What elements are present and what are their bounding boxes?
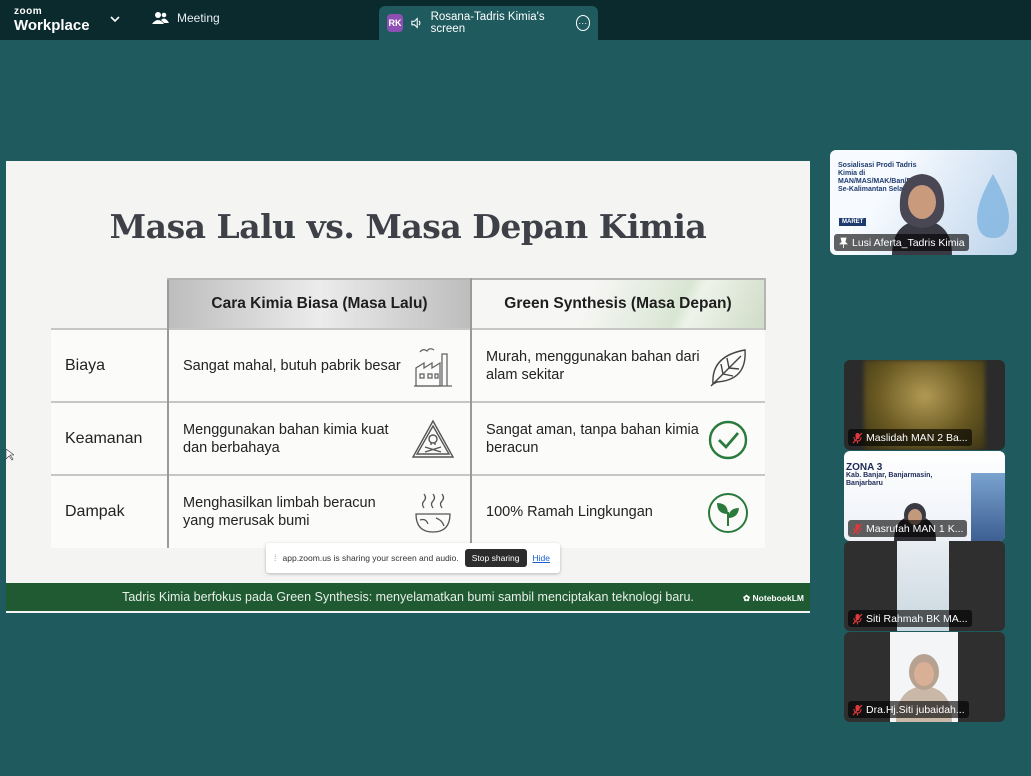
checkmark-circle-icon — [708, 420, 748, 460]
row-label-biaya: Biaya — [51, 328, 168, 402]
meeting-button[interactable]: Meeting — [152, 11, 220, 25]
shared-slide: Masa Lalu vs. Masa Depan Kimia Cara Kimi… — [6, 161, 810, 613]
participants-icon — [152, 12, 169, 24]
cell-text: Menggunakan bahan kimia kuat dan berbaha… — [183, 421, 389, 456]
header-blank-cell — [51, 279, 168, 329]
mic-muted-icon — [852, 523, 863, 534]
participant-name: Lusi Aferta_Tadris Kimia — [852, 236, 965, 249]
polluted-earth-icon — [415, 493, 451, 533]
table-row: Biaya Sangat mahal, butuh pabrik besar M… — [51, 328, 765, 402]
cell-text: Menghasilkan limbah beracun yang merusak… — [183, 495, 376, 529]
shared-screen-tab[interactable]: RK Rosana-Tadris Kimia's screen ··· — [379, 6, 598, 40]
row-label-keamanan: Keamanan — [51, 401, 168, 475]
sharer-avatar: RK — [387, 14, 404, 32]
cell-text: Sangat aman, tanpa bahan kimia beracun — [486, 421, 699, 456]
drag-handle-icon[interactable]: ⁞ — [274, 553, 277, 563]
table-cell: Murah, menggunakan bahan dari alam sekit… — [471, 328, 765, 402]
brand-big-text: Workplace — [14, 17, 90, 34]
header-future: Green Synthesis (Masa Depan) — [471, 278, 766, 329]
hide-link[interactable]: Hide — [533, 553, 550, 563]
pin-icon — [839, 237, 848, 248]
mic-muted-icon — [852, 432, 863, 443]
watermark-text: NotebookLM — [752, 593, 804, 603]
participant-name: Masrufah MAN 1 K... — [866, 522, 964, 535]
table-row: Keamanan Menggunakan bahan kimia kuat da… — [51, 401, 765, 475]
cell-text: Sangat mahal, butuh pabrik besar — [183, 357, 401, 374]
building-graphic — [971, 473, 1005, 541]
table-header-row: Cara Kimia Biasa (Masa Lalu) Green Synth… — [51, 278, 766, 329]
droplet-graphic-icon — [977, 174, 1009, 238]
more-options-icon[interactable]: ··· — [575, 15, 591, 31]
mic-muted-icon — [852, 704, 863, 715]
chevron-down-icon[interactable] — [108, 12, 122, 26]
table-cell: Sangat aman, tanpa bahan kimia beracun — [471, 401, 765, 475]
notebooklm-watermark: ✿ NotebookLM — [743, 593, 804, 603]
meeting-label: Meeting — [177, 11, 220, 25]
zoom-top-bar: zoom Workplace Meeting RK Rosana-Tadris … — [0, 0, 1031, 40]
participant-name-chip: Masrufah MAN 1 K... — [848, 520, 968, 537]
video-tile-lusi[interactable]: Sosialisasi Prodi Tadris Kimia di MAN/MA… — [830, 150, 1017, 255]
slide-caption: Tadris Kimia berfokus pada Green Synthes… — [122, 590, 694, 604]
share-notice-text: app.zoom.us is sharing your screen and a… — [282, 553, 459, 563]
slide-caption-bar: Tadris Kimia berfokus pada Green Synthes… — [6, 583, 810, 611]
slide-title: Masa Lalu vs. Masa Depan Kimia — [109, 207, 707, 246]
participant-name-chip: Lusi Aferta_Tadris Kimia — [834, 234, 969, 251]
shared-screen-label: Rosana-Tadris Kimia's screen — [430, 11, 545, 35]
participant-name: Siti Rahmah BK MA... — [866, 612, 968, 625]
stop-sharing-button[interactable]: Stop sharing — [464, 549, 527, 567]
zone-label: ZONA 3 Kab. Banjar, Banjarmasin, Banjarb… — [846, 463, 938, 488]
table-cell: 100% Ramah Lingkungan — [471, 474, 765, 548]
brand-small-text: zoom — [14, 6, 43, 17]
leaf-icon — [710, 349, 746, 387]
video-tile-siti-jubaidah[interactable]: Dra.Hj.Siti jubaidah... — [844, 632, 1005, 722]
video-tile-siti-rahmah[interactable]: Siti Rahmah BK MA... — [844, 541, 1005, 631]
speaker-icon — [411, 17, 421, 29]
comparison-table: Cara Kimia Biasa (Masa Lalu) Green Synth… — [51, 278, 766, 548]
cell-text: Murah, menggunakan bahan dari alam sekit… — [486, 348, 700, 383]
header-past: Cara Kimia Biasa (Masa Lalu) — [167, 278, 472, 329]
video-tile-maslidah[interactable]: Maslidah MAN 2 Ba... — [844, 360, 1005, 450]
participant-name-chip: Maslidah MAN 2 Ba... — [848, 429, 972, 446]
table-cell: Sangat mahal, butuh pabrik besar — [167, 328, 472, 402]
table-cell: Menghasilkan limbah beracun yang merusak… — [167, 474, 472, 548]
table-row: Dampak Menghasilkan limbah beracun yang … — [51, 474, 765, 548]
factory-icon — [414, 348, 452, 387]
toxic-warning-icon — [411, 419, 455, 458]
screen-share-notice: ⁞ app.zoom.us is sharing your screen and… — [266, 543, 560, 573]
mouse-cursor-icon — [6, 449, 14, 461]
participant-name-chip: Dra.Hj.Siti jubaidah... — [848, 701, 969, 718]
participant-name: Dra.Hj.Siti jubaidah... — [866, 703, 965, 716]
participant-name-chip: Siti Rahmah BK MA... — [848, 610, 972, 627]
participant-name: Maslidah MAN 2 Ba... — [866, 431, 968, 444]
zone-subtitle: Kab. Banjar, Banjarmasin, Banjarbaru — [846, 472, 933, 487]
eco-plant-icon — [708, 493, 748, 533]
zoom-workplace-logo[interactable]: zoom Workplace — [14, 6, 90, 34]
video-tile-masrufah[interactable]: ZONA 3 Kab. Banjar, Banjarmasin, Banjarb… — [844, 451, 1005, 541]
row-label-dampak: Dampak — [51, 474, 168, 548]
mic-muted-icon — [852, 613, 863, 624]
table-cell: Menggunakan bahan kimia kuat dan berbaha… — [167, 401, 472, 475]
cell-text: 100% Ramah Lingkungan — [486, 504, 653, 520]
